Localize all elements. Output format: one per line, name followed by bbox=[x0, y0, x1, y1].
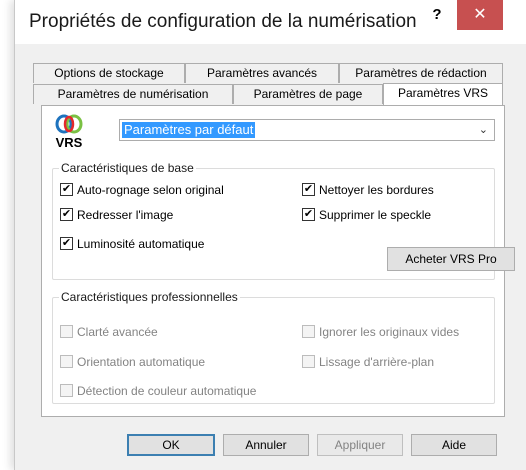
tab-storage-options[interactable]: Options de stockage bbox=[33, 63, 185, 83]
vrs-logo: VRS bbox=[52, 114, 86, 150]
basic-features-title: Caractéristiques de base bbox=[59, 161, 196, 175]
pro-features-group: Caractéristiques professionnelles Clarté… bbox=[52, 290, 495, 404]
checkbox-label: Luminosité automatique bbox=[77, 237, 205, 251]
close-button[interactable]: ✕ bbox=[457, 0, 503, 30]
checkbox-label: Détection de couleur automatique bbox=[77, 384, 257, 398]
basic-features-group: Caractéristiques de base ✔ Auto-rognage … bbox=[52, 161, 515, 280]
window-title: Propriétés de configuration de la numéri… bbox=[29, 11, 417, 32]
tab-advanced-settings[interactable]: Paramètres avancés bbox=[185, 63, 339, 83]
checkbox-label: Lissage d'arrière-plan bbox=[319, 355, 435, 369]
cancel-button[interactable]: Annuler bbox=[223, 434, 309, 456]
checkbox-label: Clarté avancée bbox=[77, 325, 158, 339]
checkbox-label: Auto-rognage selon original bbox=[77, 183, 224, 197]
checkbox-label: Nettoyer les bordures bbox=[319, 183, 434, 197]
title-bar: Propriétés de configuration de la numéri… bbox=[15, 0, 526, 44]
dialog-window: Propriétés de configuration de la numéri… bbox=[14, 0, 526, 470]
vrs-rings-icon bbox=[55, 114, 83, 134]
checkbox-box[interactable] bbox=[60, 384, 73, 397]
tab-scan-settings[interactable]: Paramètres de numérisation bbox=[33, 84, 233, 104]
ok-button[interactable]: OK bbox=[127, 434, 215, 456]
chevron-down-icon[interactable]: ⌄ bbox=[479, 123, 488, 136]
checkbox-label: Redresser l'image bbox=[77, 208, 174, 222]
checkbox-box[interactable]: ✔ bbox=[60, 208, 73, 221]
checkbox-box[interactable] bbox=[60, 355, 73, 368]
checkbox-box[interactable]: ✔ bbox=[302, 183, 315, 196]
checkbox-box[interactable]: ✔ bbox=[60, 237, 73, 250]
pro-features-title: Caractéristiques professionnelles bbox=[59, 290, 240, 304]
checkbox-box[interactable] bbox=[302, 355, 315, 368]
checkbox-box[interactable]: ✔ bbox=[302, 208, 315, 221]
checkbox-label: Ignorer les originaux vides bbox=[319, 325, 460, 339]
tab-panel-vrs: VRS Paramètres par défaut ⌄ Caractéristi… bbox=[41, 105, 515, 417]
checkbox-box[interactable]: ✔ bbox=[60, 183, 73, 196]
tab-redaction-settings[interactable]: Paramètres de rédaction bbox=[339, 63, 503, 83]
vrs-logo-text: VRS bbox=[55, 135, 83, 150]
profile-dropdown-value: Paramètres par défaut bbox=[122, 122, 256, 138]
apply-button[interactable]: Appliquer bbox=[317, 434, 403, 456]
checkbox-box[interactable] bbox=[302, 325, 315, 338]
buy-vrs-pro-button[interactable]: Acheter VRS Pro bbox=[387, 247, 515, 271]
checkbox-label: Orientation automatique bbox=[77, 355, 206, 369]
help-title-button[interactable]: ? bbox=[425, 4, 449, 28]
tab-page-settings[interactable]: Paramètres de page bbox=[233, 84, 383, 104]
profile-dropdown[interactable]: Paramètres par défaut ⌄ bbox=[119, 119, 495, 141]
tab-vrs-settings[interactable]: Paramètres VRS bbox=[383, 83, 503, 105]
help-button[interactable]: Aide bbox=[411, 434, 497, 456]
checkbox-label: Supprimer le speckle bbox=[319, 208, 432, 222]
checkbox-box[interactable] bbox=[60, 325, 73, 338]
